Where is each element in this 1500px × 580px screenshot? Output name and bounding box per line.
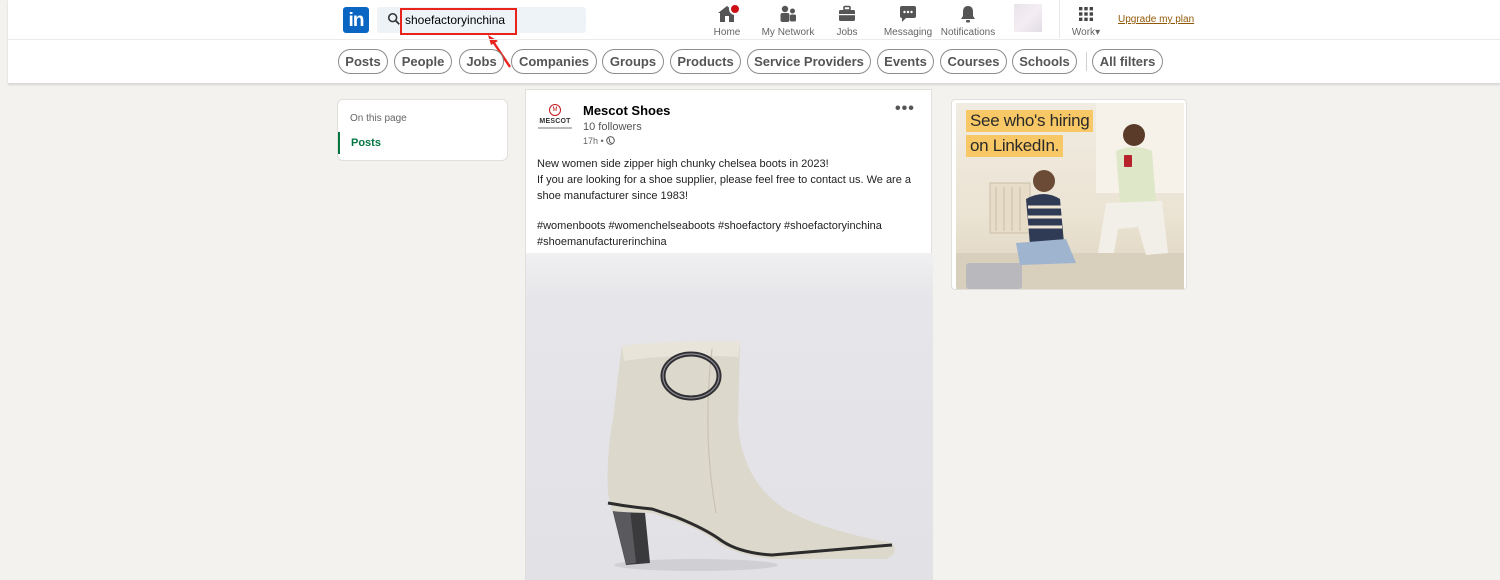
filter-courses[interactable]: Courses <box>940 49 1007 74</box>
linkedin-logo[interactable]: in <box>343 7 369 33</box>
filter-posts[interactable]: Posts <box>338 49 388 74</box>
nav-home[interactable]: Home <box>710 3 744 40</box>
on-this-page-heading: On this page <box>350 113 407 124</box>
post-text-line2: If you are looking for a shoe supplier, … <box>537 174 912 202</box>
company-name[interactable]: Mescot Shoes <box>583 103 670 118</box>
feed-post: M MESCOT Mescot Shoes 10 followers 17h •… <box>525 89 933 580</box>
ad-headline-line2: on LinkedIn. <box>966 135 1064 157</box>
company-logo-wordmark: MESCOT <box>539 118 571 125</box>
nav-notifications-label: Notifications <box>940 27 996 38</box>
nav-notifications[interactable]: Notifications <box>937 4 999 40</box>
nav-my-network-label: My Network <box>761 27 815 38</box>
people-icon <box>780 5 796 22</box>
ankle-boot-image <box>607 341 895 571</box>
company-logo-tagline <box>538 127 572 129</box>
company-logo-mark: M <box>549 104 561 116</box>
filter-companies[interactable]: Companies <box>511 49 597 74</box>
post-body: New women side zipper high chunky chelse… <box>537 156 927 250</box>
nav-work-label: Work▾ <box>1071 27 1101 38</box>
filter-events[interactable]: Events <box>877 49 934 74</box>
header-divider <box>8 39 1500 40</box>
hiring-ad[interactable]: See who's hiring on LinkedIn. <box>951 99 1187 290</box>
notification-badge <box>729 3 741 15</box>
search-icon <box>387 12 400 25</box>
globe-icon <box>605 136 615 145</box>
upgrade-plan-link[interactable]: Upgrade my plan <box>1118 14 1194 25</box>
ad-headline-line1: See who's hiring <box>966 110 1094 132</box>
nav-work[interactable]: Work▾ <box>1068 4 1104 40</box>
message-icon <box>900 6 916 22</box>
filter-people[interactable]: People <box>394 49 452 74</box>
nav-jobs-label: Jobs <box>836 27 858 38</box>
company-logo[interactable]: M MESCOT <box>538 102 572 136</box>
nav-home-label: Home <box>713 27 741 38</box>
post-image[interactable] <box>526 253 933 580</box>
filter-jobs[interactable]: Jobs <box>459 49 504 74</box>
nav-messaging[interactable]: Messaging <box>880 4 936 40</box>
caret-down-icon: ▾ <box>1095 27 1101 38</box>
filter-groups[interactable]: Groups <box>602 49 664 74</box>
on-this-page-posts-link[interactable]: Posts <box>338 132 507 154</box>
ad-image: See who's hiring on LinkedIn. <box>956 103 1184 289</box>
bell-icon <box>961 6 975 23</box>
post-text-line1: New women side zipper high chunky chelse… <box>537 158 829 170</box>
filter-products[interactable]: Products <box>670 49 741 74</box>
search-input[interactable] <box>403 7 583 33</box>
filter-schools[interactable]: Schools <box>1012 49 1077 74</box>
filter-service-providers[interactable]: Service Providers <box>747 49 871 74</box>
more-options-icon[interactable]: ••• <box>895 101 915 117</box>
post-hashtags[interactable]: #womenboots #womenchelseaboots #shoefact… <box>537 218 927 250</box>
grid-icon <box>1079 7 1093 21</box>
follower-count: 10 followers <box>583 121 642 133</box>
on-this-page-card: On this page Posts <box>337 99 508 161</box>
post-timestamp: 17h • <box>583 136 615 146</box>
search-box[interactable] <box>377 7 586 33</box>
nav-jobs[interactable]: Jobs <box>833 4 861 40</box>
nav-messaging-label: Messaging <box>883 27 933 38</box>
filter-all-filters[interactable]: All filters <box>1092 49 1163 74</box>
nav-divider <box>1059 0 1060 38</box>
filter-separator <box>1086 52 1087 71</box>
briefcase-icon <box>839 5 855 21</box>
nav-my-network[interactable]: My Network <box>757 4 819 40</box>
profile-avatar[interactable] <box>1014 4 1042 32</box>
